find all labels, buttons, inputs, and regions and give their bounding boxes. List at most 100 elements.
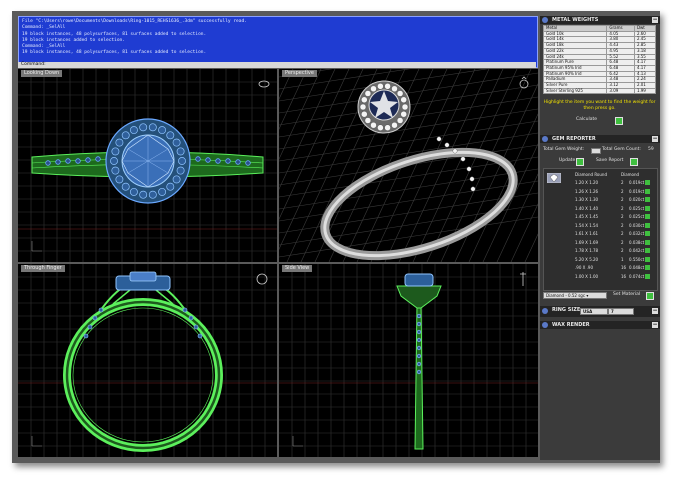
- command-input[interactable]: Command:: [18, 62, 536, 68]
- gem-cell: 0.030ct: [629, 222, 645, 228]
- gem-checkbox[interactable]: [645, 214, 650, 219]
- calculate-button[interactable]: [615, 117, 623, 125]
- total-gem-count-label: Total Gem Count:: [602, 147, 641, 152]
- gem-cell: 0.550ct: [629, 256, 645, 262]
- wax-icon: [542, 322, 548, 328]
- gem-row[interactable]: .90 X .90 16 0.048ct: [569, 264, 651, 271]
- metal-row[interactable]: Silver Sterling 925 3.09 1.99: [542, 87, 657, 95]
- gem-row[interactable]: 5.20 X 5.20 1 0.550ct: [569, 256, 651, 263]
- material-select[interactable]: Diamond - 0.52 sgc ▾: [543, 292, 607, 299]
- gem-row[interactable]: 1.00 X 1.00 16 0.074ct: [569, 273, 651, 280]
- total-gem-count-value: 59: [648, 147, 654, 152]
- gem-checkbox[interactable]: [645, 205, 650, 211]
- gem-cell: 1.26 X 1.26: [575, 188, 599, 194]
- viewport-front[interactable]: Through Finger: [18, 264, 277, 457]
- gem-checkbox[interactable]: [645, 273, 650, 279]
- ring-icon: [520, 272, 526, 286]
- gem-cell: 16: [621, 265, 627, 270]
- viewport-side[interactable]: Side View: [279, 264, 538, 457]
- gem-cell: 5.20 X 5.20: [575, 256, 599, 262]
- gem-cell: 2: [621, 231, 624, 236]
- gem-checkbox[interactable]: [645, 197, 650, 202]
- gem-row[interactable]: 1.20 X 1.20 2 0.019ct: [569, 179, 651, 186]
- gem-checkbox[interactable]: [645, 222, 650, 228]
- gem-icon: [542, 136, 548, 142]
- metal-weights-header[interactable]: METAL WEIGHTS −: [540, 16, 660, 24]
- gem-row[interactable]: 1.26 X 1.26 2 0.019ct: [569, 188, 651, 195]
- total-gem-weight-value[interactable]: [591, 148, 601, 154]
- gem-row[interactable]: 1.69 X 1.69 2 0.038ct: [569, 239, 651, 246]
- size-system-select[interactable]: USA: [580, 308, 608, 315]
- gem-cell: 1.54 X 1.54: [575, 222, 599, 228]
- viewport-top[interactable]: Looking Down: [18, 69, 277, 262]
- wax-render-header[interactable]: WAX RENDER −: [540, 321, 660, 329]
- gem-cell: 0.032ct: [629, 231, 645, 236]
- gem-reporter-title: GEM REPORTER: [552, 136, 596, 142]
- gem-cell: 2: [621, 197, 624, 202]
- gem-cell: 1.69 X 1.69: [575, 239, 599, 245]
- gem-cell: 1.78 X 1.78: [575, 248, 599, 253]
- collapse-icon[interactable]: −: [652, 17, 658, 23]
- gem-cell: 0.019ct: [629, 180, 645, 185]
- viewport-label[interactable]: Perspective: [282, 70, 317, 77]
- viewport-label[interactable]: Side View: [282, 265, 313, 272]
- save-report-button[interactable]: [630, 158, 638, 166]
- ring-size-header[interactable]: RING SIZE USA 7 −: [540, 306, 660, 317]
- gem-row[interactable]: 1.54 X 1.54 2 0.030ct: [569, 222, 651, 229]
- collapse-icon[interactable]: −: [652, 308, 658, 314]
- gem-cell: 1.45 X 1.45: [575, 214, 599, 219]
- ring-front: [63, 271, 223, 452]
- metal-weights-table: Metal Grams Dwt Gold 10k 4.05 2.60 Gold 14k…: [542, 25, 657, 95]
- size-system-value: USA: [583, 309, 593, 314]
- command-line: 19 block instances, 48 polysurfaces, 81 …: [22, 50, 207, 56]
- gem-list[interactable]: Diamond Round Diamond 1.20 X 1.20 2 0.019c…: [543, 168, 658, 291]
- collapse-icon[interactable]: −: [652, 322, 658, 328]
- gem-cell: 1.61 X 1.61: [575, 231, 599, 236]
- ring-size-title: RING SIZE: [552, 307, 581, 313]
- gem-checkbox[interactable]: [645, 180, 650, 185]
- axis-icon: [292, 436, 303, 447]
- gem-checkbox[interactable]: [645, 265, 650, 270]
- gem-checkbox[interactable]: [645, 188, 650, 194]
- viewport-label[interactable]: Looking Down: [21, 70, 63, 77]
- ring-size-value: 7: [611, 309, 614, 314]
- gem-reporter-header[interactable]: GEM REPORTER −: [540, 135, 660, 143]
- ring-size-icon: [542, 308, 548, 314]
- gem-cell: 0.025ct: [629, 214, 645, 219]
- gem-row[interactable]: 1.61 X 1.61 2 0.032ct: [569, 230, 651, 237]
- wax-render-title: WAX RENDER: [552, 322, 590, 328]
- collapse-icon[interactable]: −: [652, 136, 658, 142]
- gem-checkbox[interactable]: [645, 256, 650, 262]
- ring-size-select[interactable]: 7: [608, 308, 634, 315]
- set-material-button[interactable]: [646, 292, 654, 300]
- gem-cell: 2: [621, 180, 624, 185]
- gem-cell: 0.020ct: [629, 197, 645, 202]
- gem-row[interactable]: 1.40 X 1.40 2 0.025ct: [569, 205, 651, 212]
- viewport-perspective[interactable]: Perspective: [279, 69, 538, 262]
- gem-cell: .90 X .90: [575, 265, 594, 270]
- halo-top: [105, 118, 191, 204]
- gem-checkbox[interactable]: [645, 248, 650, 253]
- gem-cell: 0.042ct: [629, 248, 645, 253]
- perspective-canvas: [279, 69, 538, 262]
- metal-cell: 3.09: [606, 87, 635, 95]
- metal-cell: Silver Sterling 925: [542, 87, 608, 95]
- gem-cell: 1.20 X 1.20: [575, 180, 599, 185]
- gem-cell: 0.019ct: [629, 188, 645, 194]
- gem-cell: 2: [621, 239, 624, 245]
- gem-row[interactable]: 1.30 X 1.30 2 0.020ct: [569, 196, 651, 203]
- update-button[interactable]: [576, 158, 584, 166]
- gem-cell: 2: [621, 214, 624, 219]
- gem-cell: 2: [621, 188, 624, 194]
- gem-row[interactable]: 1.45 X 1.45 2 0.025ct: [569, 213, 651, 220]
- viewport-label[interactable]: Through Finger: [21, 265, 65, 272]
- gem-cell: 0.025ct: [629, 205, 645, 211]
- gem-cell: 0.074ct: [629, 273, 645, 279]
- gem-checkbox[interactable]: [645, 231, 650, 236]
- gem-row[interactable]: 1.78 X 1.78 2 0.042ct: [569, 247, 651, 254]
- column-header: Diamond: [621, 172, 640, 177]
- axis-icon: [31, 436, 42, 447]
- gem-checkbox[interactable]: [645, 239, 650, 245]
- command-prompt: Command:: [21, 62, 46, 67]
- gem-list-header: Diamond Round Diamond: [569, 171, 651, 178]
